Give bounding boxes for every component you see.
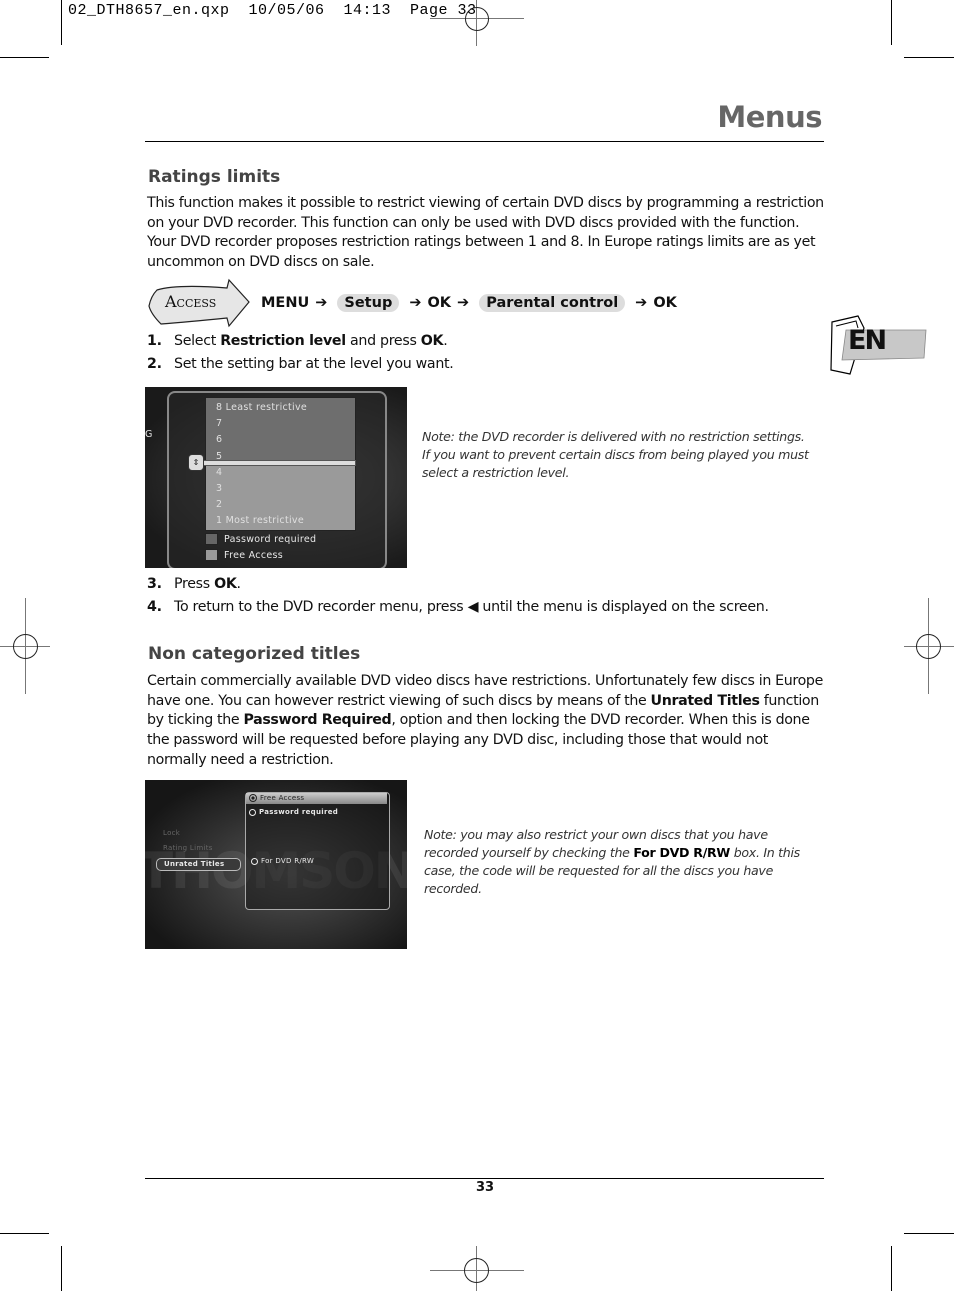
step-item: 3. Press OK. — [147, 576, 769, 599]
menu-item-lock[interactable]: Lock — [163, 829, 180, 837]
steps-list: 1. Select Restriction level and press OK… — [147, 333, 454, 379]
crop-mark — [904, 57, 954, 58]
crop-mark — [61, 0, 62, 45]
path-ok: OK — [427, 295, 452, 311]
footer-rule — [145, 1178, 824, 1179]
crop-mark — [891, 1246, 892, 1291]
radio-selected-icon — [249, 794, 257, 802]
registration-mark — [0, 598, 50, 694]
print-slug: 02_DTH8657_en.qxp 10/05/06 14:13 Page 33 — [68, 2, 477, 19]
radio-icon — [249, 808, 256, 816]
level-slider-bar[interactable] — [197, 460, 356, 466]
level-item[interactable]: 6 — [216, 432, 307, 448]
checkbox-icon — [205, 533, 218, 545]
path-menu: MENU — [261, 295, 310, 311]
checkbox-icon — [205, 549, 218, 561]
crop-mark — [904, 1233, 954, 1234]
path-setup: Setup — [337, 294, 400, 312]
arrow-icon: ➔ — [315, 295, 328, 311]
step-item: 4. To return to the DVD recorder menu, p… — [147, 599, 769, 622]
radio-icon — [251, 857, 258, 865]
crop-mark — [891, 0, 892, 45]
step-number: 4. — [147, 599, 162, 615]
access-path: Access MENU ➔ Setup ➔ OK ➔ Parental cont… — [147, 278, 677, 328]
non-categorized-paragraph: Certain commercially available DVD video… — [147, 673, 823, 768]
level-item[interactable]: 8 Least restrictive — [216, 400, 307, 416]
registration-mark — [430, 1246, 524, 1291]
section-heading-non-categorized: Non categorized titles — [148, 644, 361, 664]
arrow-icon: ➔ — [457, 295, 470, 311]
step-number: 3. — [147, 576, 162, 592]
level-item[interactable]: 1 Most restrictive — [216, 513, 307, 529]
path-ok: OK — [653, 295, 677, 311]
access-badge: Access — [147, 278, 251, 328]
step-text: To return to the DVD recorder menu, pres… — [174, 599, 769, 615]
steps-list: 3. Press OK. 4. To return to the DVD rec… — [147, 576, 769, 622]
checkbox-for-dvd-rrw[interactable]: For DVD R/RW — [251, 857, 314, 865]
header-rule — [145, 141, 824, 142]
level-item[interactable]: 3 — [216, 481, 307, 497]
path-parental-control: Parental control — [479, 294, 626, 312]
menu-item-unrated-titles[interactable]: Unrated Titles — [156, 858, 241, 871]
menu-item-rating-limits[interactable]: Rating Limits — [163, 844, 213, 852]
level-item[interactable]: 7 — [216, 416, 307, 432]
crop-mark — [61, 1246, 62, 1291]
arrow-icon: ➔ — [409, 295, 422, 311]
note-restriction: Note: the DVD recorder is delivered with… — [422, 429, 809, 480]
page-number: 33 — [476, 1180, 495, 1195]
option-password-required[interactable]: Password required — [205, 533, 316, 545]
language-label: EN — [848, 325, 887, 356]
page-title: Menus — [717, 100, 822, 134]
step-number: 2. — [147, 356, 162, 372]
section-heading-ratings-limits: Ratings limits — [148, 167, 281, 187]
registration-mark — [904, 598, 954, 694]
option-free-access[interactable]: Free Access — [205, 549, 283, 561]
menu-path: MENU ➔ Setup ➔ OK ➔ Parental control ➔ O… — [261, 294, 677, 312]
step-number: 1. — [147, 333, 162, 349]
arrow-icon: ➔ — [635, 295, 648, 311]
crop-mark — [0, 1233, 49, 1234]
restriction-level-screenshot: G 8 Least restrictive 7 6 5 4 3 2 1 Most restri… — [145, 387, 407, 568]
language-tab: EN — [828, 314, 928, 376]
level-slider-handle[interactable]: ⇕ — [188, 454, 204, 471]
option-password-required[interactable]: Password required — [249, 808, 338, 816]
crop-mark — [0, 57, 49, 58]
step-item: 1. Select Restriction level and press OK… — [147, 333, 453, 356]
note-dvd-rrw: Note: you may also restrict your own dis… — [424, 827, 800, 896]
left-menu-fragment: G — [145, 429, 153, 440]
step-text: Press OK. — [174, 576, 241, 592]
unrated-titles-screenshot: THOMSON Lock Rating Limits Unrated Title… — [145, 780, 407, 949]
step-item: 2. Set the setting bar at the level you … — [147, 356, 454, 379]
access-label: Access — [165, 292, 217, 311]
level-item[interactable]: 2 — [216, 497, 307, 513]
ratings-paragraph: This function makes it possible to restr… — [147, 195, 824, 271]
level-item[interactable]: 4 — [216, 465, 307, 481]
step-text: Set the setting bar at the level you wan… — [174, 356, 454, 372]
option-free-access[interactable]: Free Access — [246, 793, 387, 804]
step-text: Select Restriction level and press OK. — [174, 333, 448, 349]
